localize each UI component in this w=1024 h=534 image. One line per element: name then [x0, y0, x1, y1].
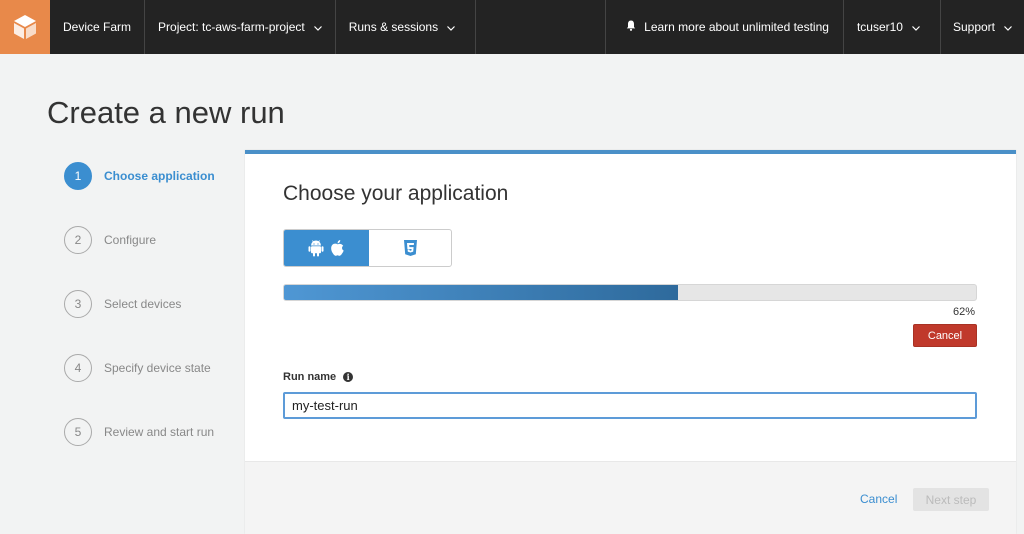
panel-footer: Cancel Next step — [245, 461, 1016, 534]
step-label: Review and start run — [104, 425, 215, 439]
step-number: 4 — [64, 354, 92, 382]
bell-icon — [626, 20, 636, 34]
step-number: 3 — [64, 290, 92, 318]
chevron-down-icon — [447, 20, 456, 34]
nav-learn-more-label: Learn more about unlimited testing — [644, 20, 829, 34]
run-name-label-text: Run name — [283, 371, 337, 383]
chevron-down-icon — [1004, 20, 1012, 34]
upload-progress-text: 62% — [952, 306, 975, 318]
apple-icon — [331, 240, 344, 256]
page-title: Create a new run — [47, 95, 285, 130]
panel-title: Choose your application — [283, 182, 509, 205]
nav-project-label: Project: tc-aws-farm-project — [158, 20, 305, 34]
android-icon — [308, 240, 324, 257]
nav-user-dropdown[interactable]: tcuser10 — [844, 0, 941, 54]
native-app-type-button[interactable] — [284, 230, 369, 266]
next-step-button[interactable]: Next step — [913, 488, 989, 511]
nav-runs-label: Runs & sessions — [348, 20, 439, 34]
nav-learn-more[interactable]: Learn more about unlimited testing — [606, 0, 844, 54]
nav-support-label: Support — [952, 20, 995, 34]
run-name-label: Run name i — [283, 371, 354, 383]
info-icon[interactable]: i — [343, 372, 354, 382]
step-specify-device-state[interactable]: 4 Specify device state — [64, 354, 215, 382]
nav-runs-dropdown[interactable]: Runs & sessions — [336, 0, 477, 54]
chevron-down-icon — [313, 20, 322, 34]
step-label: Specify device state — [104, 361, 211, 375]
nav-device-farm[interactable]: Device Farm — [50, 0, 146, 54]
step-number: 1 — [64, 162, 92, 190]
app-type-toggle — [283, 229, 452, 267]
step-choose-application[interactable]: 1 Choose application — [64, 162, 215, 190]
web-app-type-button[interactable] — [369, 230, 451, 266]
nav-project-dropdown[interactable]: Project: tc-aws-farm-project — [145, 0, 336, 54]
cancel-button[interactable]: Cancel — [860, 492, 897, 506]
top-nav: Device Farm Project: tc-aws-farm-project… — [0, 0, 1024, 54]
upload-progress-bar — [283, 284, 977, 301]
step-select-devices[interactable]: 3 Select devices — [64, 290, 215, 318]
step-number: 2 — [64, 226, 92, 254]
nav-user-label: tcuser10 — [856, 20, 903, 34]
nav-spacer — [476, 0, 607, 54]
choose-application-panel: Choose your application 62% Cancel Run n… — [245, 150, 1016, 534]
chevron-down-icon — [912, 20, 920, 34]
step-configure[interactable]: 2 Configure — [64, 226, 215, 254]
nav-support-dropdown[interactable]: Support — [941, 0, 1024, 54]
run-name-input[interactable] — [283, 392, 977, 419]
upload-progress-fill — [284, 285, 679, 300]
cube-icon — [14, 15, 36, 39]
step-label: Choose application — [104, 169, 215, 183]
wizard-steps: 1 Choose application 2 Configure 3 Selec… — [64, 162, 215, 482]
step-label: Select devices — [104, 297, 182, 311]
nav-device-farm-label: Device Farm — [63, 20, 132, 34]
step-label: Configure — [104, 233, 157, 247]
step-number: 5 — [64, 418, 92, 446]
html5-icon — [403, 240, 417, 256]
aws-logo[interactable] — [0, 0, 50, 54]
step-review-and-start-run[interactable]: 5 Review and start run — [64, 418, 215, 446]
cancel-upload-button[interactable]: Cancel — [913, 324, 977, 347]
